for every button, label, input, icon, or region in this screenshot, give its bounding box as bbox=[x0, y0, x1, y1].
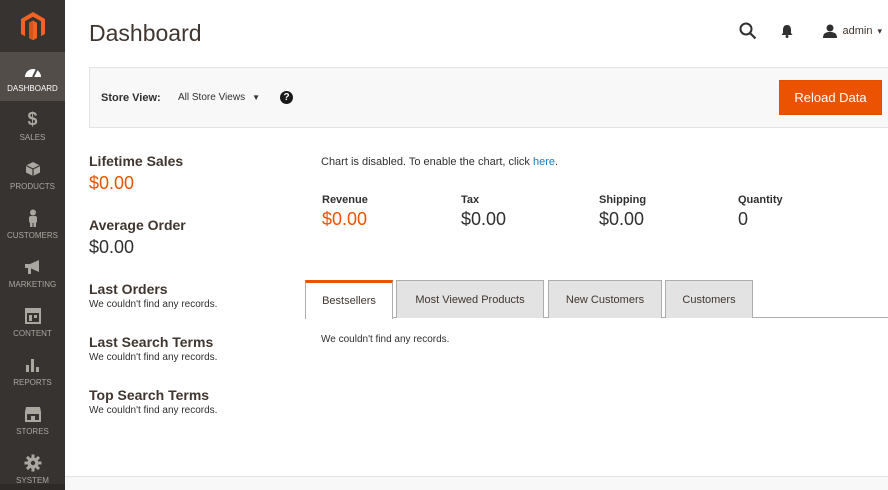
lifetime-sales-label: Lifetime Sales bbox=[89, 153, 184, 169]
tab-empty-note: We couldn't find any records. bbox=[321, 334, 450, 345]
chart-note-text: Chart is disabled. To enable the chart, … bbox=[321, 156, 533, 168]
admin-sidebar: DASHBOARD $ SALES PRODUCTS CUSTOMERS MAR… bbox=[0, 0, 65, 490]
lifetime-sales: Lifetime Sales $0.00 bbox=[89, 153, 289, 194]
average-order: Average Order $0.00 bbox=[89, 217, 289, 258]
total-value: 0 bbox=[738, 209, 749, 229]
total-label: Revenue bbox=[322, 194, 368, 206]
speedometer-icon bbox=[24, 61, 42, 81]
total-value: $0.00 bbox=[599, 209, 645, 229]
user-icon bbox=[822, 24, 837, 38]
sidebar-item-dashboard[interactable]: DASHBOARD bbox=[0, 52, 65, 101]
last-orders-section: Last Orders We couldn't find any records… bbox=[89, 281, 289, 310]
tab-customers[interactable]: Customers bbox=[665, 280, 753, 318]
total-value: $0.00 bbox=[322, 209, 368, 229]
last-search-terms-title: Last Search Terms bbox=[89, 334, 214, 350]
sidebar-item-reports[interactable]: REPORTS bbox=[0, 346, 65, 395]
total-tax: Tax $0.00 bbox=[461, 194, 506, 230]
sidebar-item-label: REPORTS bbox=[13, 377, 52, 387]
storefront-icon bbox=[24, 404, 42, 424]
total-revenue: Revenue $0.00 bbox=[322, 194, 368, 230]
gear-icon bbox=[24, 453, 42, 473]
sidebar-item-label: DASHBOARD bbox=[7, 83, 58, 93]
total-quantity: Quantity 0 bbox=[738, 194, 783, 230]
bar-chart-icon bbox=[25, 355, 41, 375]
sidebar-item-label: CUSTOMERS bbox=[7, 230, 58, 240]
sidebar-item-customers[interactable]: CUSTOMERS bbox=[0, 199, 65, 248]
dashboard-totals: Revenue $0.00 Tax $0.00 Shipping $0.00 Q… bbox=[322, 194, 862, 234]
average-order-label: Average Order bbox=[89, 217, 186, 233]
total-value: $0.00 bbox=[461, 209, 507, 229]
cube-icon bbox=[25, 159, 41, 179]
chart-disabled-note: Chart is disabled. To enable the chart, … bbox=[321, 156, 558, 168]
sidebar-item-products[interactable]: PRODUCTS bbox=[0, 150, 65, 199]
help-icon[interactable]: ? bbox=[280, 91, 293, 104]
page-title: Dashboard bbox=[89, 20, 202, 46]
total-label: Tax bbox=[461, 194, 480, 206]
person-icon bbox=[27, 208, 39, 228]
average-order-value: $0.00 bbox=[89, 237, 135, 257]
tab-most-viewed-products[interactable]: Most Viewed Products bbox=[396, 280, 544, 318]
store-view-selected: All Store Views bbox=[178, 92, 246, 103]
sidebar-item-label: CONTENT bbox=[13, 328, 52, 338]
top-search-terms-title: Top Search Terms bbox=[89, 387, 210, 403]
last-orders-empty-note: We couldn't find any records. bbox=[89, 299, 218, 310]
bell-icon bbox=[781, 25, 792, 38]
sidebar-item-sales[interactable]: $ SALES bbox=[0, 101, 65, 150]
sidebar-item-label: STORES bbox=[16, 426, 49, 436]
megaphone-icon bbox=[24, 257, 42, 277]
search-button[interactable] bbox=[736, 19, 760, 43]
last-orders-title: Last Orders bbox=[89, 281, 168, 297]
user-account-button[interactable]: admin ▾ bbox=[822, 24, 882, 38]
sidebar-item-label: MARKETING bbox=[8, 279, 57, 289]
user-name: admin bbox=[842, 25, 873, 37]
lifetime-sales-value: $0.00 bbox=[89, 173, 135, 193]
tab-new-customers[interactable]: New Customers bbox=[548, 280, 662, 318]
page-footer bbox=[65, 476, 888, 490]
notifications-button[interactable] bbox=[779, 21, 795, 41]
total-label: Shipping bbox=[599, 194, 647, 206]
last-search-terms-empty-note: We couldn't find any records. bbox=[89, 352, 218, 363]
dollar-icon: $ bbox=[27, 109, 38, 129]
chart-note-suffix: . bbox=[555, 156, 559, 168]
sidebar-item-stores[interactable]: STORES bbox=[0, 395, 65, 444]
sidebar-footer bbox=[0, 484, 65, 490]
layout-icon bbox=[24, 306, 41, 326]
store-view-dropdown[interactable]: All Store Views ▼ bbox=[178, 92, 260, 103]
total-label: Quantity bbox=[738, 194, 783, 206]
chevron-down-icon: ▼ bbox=[252, 93, 260, 102]
dashboard-left-column: Lifetime Sales $0.00 Average Order $0.00… bbox=[89, 153, 289, 416]
dashboard-tabs: Bestsellers Most Viewed Products New Cus… bbox=[305, 280, 888, 319]
tab-bestsellers[interactable]: Bestsellers bbox=[305, 280, 393, 319]
sidebar-item-label: SALES bbox=[19, 132, 46, 142]
search-icon bbox=[739, 22, 756, 40]
last-search-terms-section: Last Search Terms We couldn't find any r… bbox=[89, 334, 289, 363]
reload-data-button[interactable]: Reload Data bbox=[779, 80, 882, 115]
sidebar-item-content[interactable]: CONTENT bbox=[0, 297, 65, 346]
magento-logo[interactable] bbox=[0, 0, 65, 52]
top-search-terms-section: Top Search Terms We couldn't find any re… bbox=[89, 387, 289, 416]
header-actions: admin ▾ bbox=[736, 18, 888, 44]
chevron-down-icon: ▾ bbox=[877, 25, 882, 36]
sidebar-item-marketing[interactable]: MARKETING bbox=[0, 248, 65, 297]
store-view-label: Store View: bbox=[101, 92, 161, 104]
total-shipping: Shipping $0.00 bbox=[599, 194, 646, 230]
top-search-terms-empty-note: We couldn't find any records. bbox=[89, 405, 218, 416]
store-view-bar: Store View: All Store Views ▼ ? Reload D… bbox=[89, 67, 888, 128]
enable-chart-link[interactable]: here bbox=[533, 156, 555, 168]
sidebar-item-label: PRODUCTS bbox=[10, 181, 55, 191]
